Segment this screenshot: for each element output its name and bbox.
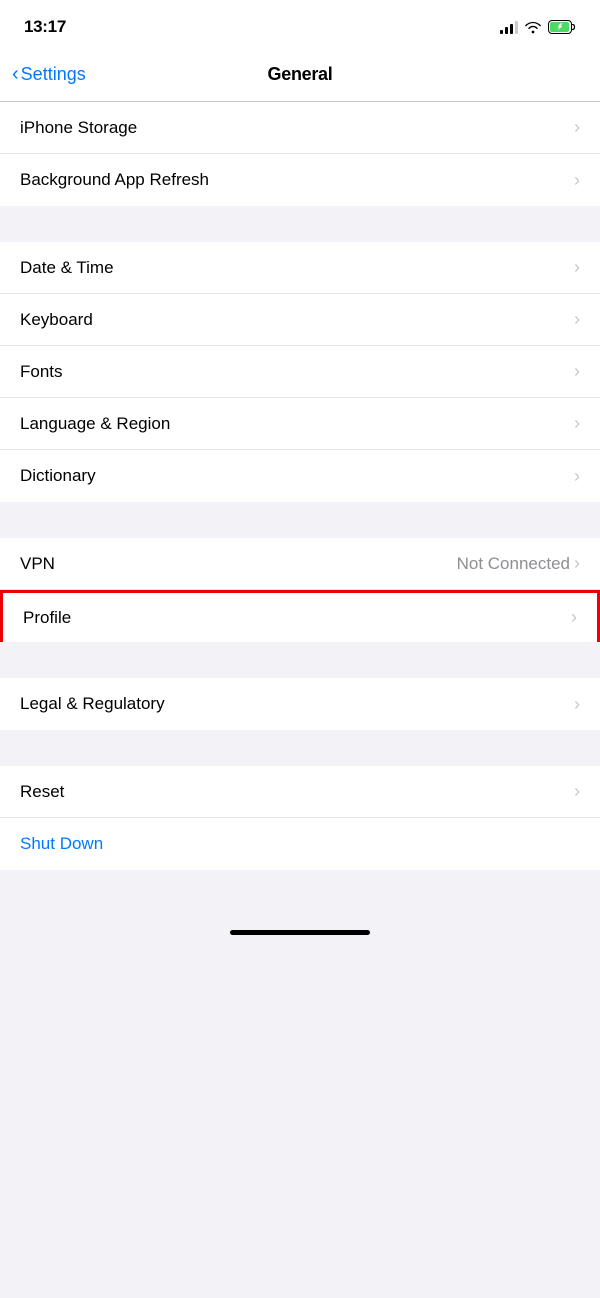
vpn-row[interactable]: VPN Not Connected › (0, 538, 600, 590)
status-bar: 13:17 (0, 0, 600, 50)
iphone-storage-right: › (574, 117, 580, 138)
date-time-row[interactable]: Date & Time › (0, 242, 600, 294)
profile-row[interactable]: Profile › (0, 590, 600, 642)
shut-down-row[interactable]: Shut Down (0, 818, 600, 870)
fonts-row[interactable]: Fonts › (0, 346, 600, 398)
section-storage-refresh: iPhone Storage › Background App Refresh … (0, 102, 600, 206)
divider-2 (0, 502, 600, 538)
wifi-icon (524, 20, 542, 34)
chevron-icon: › (571, 607, 577, 628)
legal-regulatory-label: Legal & Regulatory (20, 694, 165, 714)
divider-3 (0, 642, 600, 678)
back-chevron-icon: ‹ (12, 63, 19, 86)
chevron-icon: › (574, 309, 580, 330)
chevron-icon: › (574, 466, 580, 487)
dictionary-right: › (574, 466, 580, 487)
reset-right: › (574, 781, 580, 802)
back-label: Settings (21, 64, 86, 85)
battery-icon (548, 20, 576, 34)
back-button[interactable]: ‹ Settings (12, 63, 86, 86)
profile-label: Profile (23, 608, 71, 628)
divider-1 (0, 206, 600, 242)
chevron-icon: › (574, 361, 580, 382)
vpn-right: Not Connected › (457, 553, 580, 574)
chevron-icon: › (574, 257, 580, 278)
keyboard-row[interactable]: Keyboard › (0, 294, 600, 346)
nav-bar: ‹ Settings General (0, 50, 600, 102)
chevron-icon: › (574, 553, 580, 574)
chevron-icon: › (574, 694, 580, 715)
home-bar (230, 930, 370, 935)
keyboard-right: › (574, 309, 580, 330)
status-icons (500, 20, 576, 34)
chevron-icon: › (574, 117, 580, 138)
status-time: 13:17 (24, 17, 66, 37)
chevron-icon: › (574, 413, 580, 434)
chevron-icon: › (574, 170, 580, 191)
vpn-label: VPN (20, 554, 55, 574)
keyboard-label: Keyboard (20, 310, 93, 330)
date-time-label: Date & Time (20, 258, 114, 278)
language-region-label: Language & Region (20, 414, 170, 434)
iphone-storage-label: iPhone Storage (20, 118, 137, 138)
page-title: General (268, 64, 333, 85)
reset-label: Reset (20, 782, 64, 802)
legal-regulatory-row[interactable]: Legal & Regulatory › (0, 678, 600, 730)
divider-4 (0, 730, 600, 766)
date-time-right: › (574, 257, 580, 278)
background-app-refresh-label: Background App Refresh (20, 170, 209, 190)
chevron-icon: › (574, 781, 580, 802)
section-datetime: Date & Time › Keyboard › Fonts › Languag… (0, 242, 600, 502)
divider-5 (0, 870, 600, 910)
section-reset: Reset › Shut Down (0, 766, 600, 870)
background-app-refresh-row[interactable]: Background App Refresh › (0, 154, 600, 206)
signal-icon (500, 20, 518, 34)
language-region-right: › (574, 413, 580, 434)
dictionary-label: Dictionary (20, 466, 96, 486)
profile-right: › (571, 607, 577, 628)
fonts-right: › (574, 361, 580, 382)
legal-regulatory-right: › (574, 694, 580, 715)
reset-row[interactable]: Reset › (0, 766, 600, 818)
iphone-storage-row[interactable]: iPhone Storage › (0, 102, 600, 154)
section-legal: Legal & Regulatory › (0, 678, 600, 730)
language-region-row[interactable]: Language & Region › (0, 398, 600, 450)
vpn-value: Not Connected (457, 554, 570, 574)
fonts-label: Fonts (20, 362, 63, 382)
dictionary-row[interactable]: Dictionary › (0, 450, 600, 502)
home-indicator (0, 910, 600, 945)
shut-down-label: Shut Down (20, 834, 103, 854)
section-vpn: VPN Not Connected › Profile › (0, 538, 600, 642)
background-app-refresh-right: › (574, 170, 580, 191)
